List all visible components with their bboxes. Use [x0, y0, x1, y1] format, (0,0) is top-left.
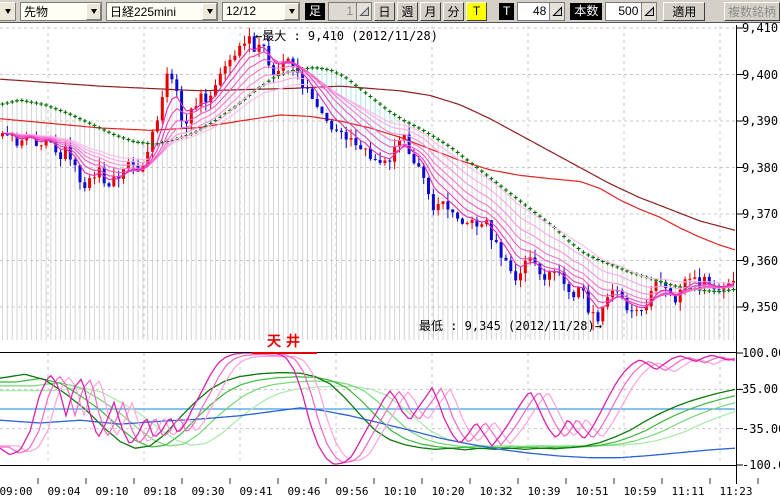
spinner-diagonal-icon[interactable]	[549, 3, 564, 20]
bar-count-value: 500	[606, 4, 641, 18]
period-month-button[interactable]: 月	[420, 2, 441, 21]
candlestick-layer	[0, 28, 736, 330]
chevron-down-icon[interactable]	[202, 3, 217, 20]
category-select-value: 先物	[21, 3, 86, 20]
period-week-button[interactable]: 週	[397, 2, 418, 21]
spinner-diagonal-icon[interactable]	[356, 3, 371, 20]
symbol-select-value: 日経225mini	[107, 3, 202, 20]
chevron-down-icon	[5, 9, 11, 17]
period-day-button[interactable]: 日	[374, 2, 395, 21]
annotation-ceiling: 天井	[252, 331, 317, 354]
chart-app-window: 9,4109,4009,3909,3809,3709,3609,350100.0…	[0, 0, 780, 500]
contract-date-select[interactable]: 12/12	[222, 2, 300, 21]
bar-type-label-chip: 足	[305, 3, 325, 20]
tick-label-chip: T	[499, 3, 514, 20]
interval-spinner[interactable]: 1	[328, 2, 372, 21]
chevron-down-icon[interactable]	[284, 3, 299, 20]
annotation-session-low: 最低 : 9,345 (2012/11/28)→	[419, 317, 602, 334]
tick-count-spinner[interactable]: 48	[517, 2, 565, 21]
chart-svg[interactable]	[0, 0, 780, 500]
multi-symbol-button[interactable]: 複数銘柄	[724, 2, 780, 21]
annotation-session-high: ←最大 : 9,410 (2012/11/28)	[255, 27, 438, 44]
period-minute-button[interactable]: 分	[443, 2, 464, 21]
bar-count-label-chip: 本数	[570, 3, 602, 20]
apply-button[interactable]: 適用	[663, 2, 705, 21]
chevron-down-icon[interactable]	[86, 3, 101, 20]
interval-spinner-value: 1	[329, 4, 356, 18]
symbol-select[interactable]: 日経225mini	[106, 2, 218, 21]
tick-count-value: 48	[518, 4, 549, 18]
oscillator-layer	[0, 353, 735, 464]
period-tick-button[interactable]: T	[466, 2, 487, 21]
spinner-diagonal-icon[interactable]	[641, 3, 656, 20]
bar-count-spinner[interactable]: 500	[605, 2, 657, 21]
contract-date-select-value: 12/12	[223, 4, 284, 18]
toolbar: 先物 日経225mini 12/12 足 1 日 週 月 分 T T 48 本数…	[0, 0, 780, 23]
category-select[interactable]: 先物	[20, 2, 102, 21]
leftmost-dropdown-button[interactable]	[0, 2, 16, 21]
